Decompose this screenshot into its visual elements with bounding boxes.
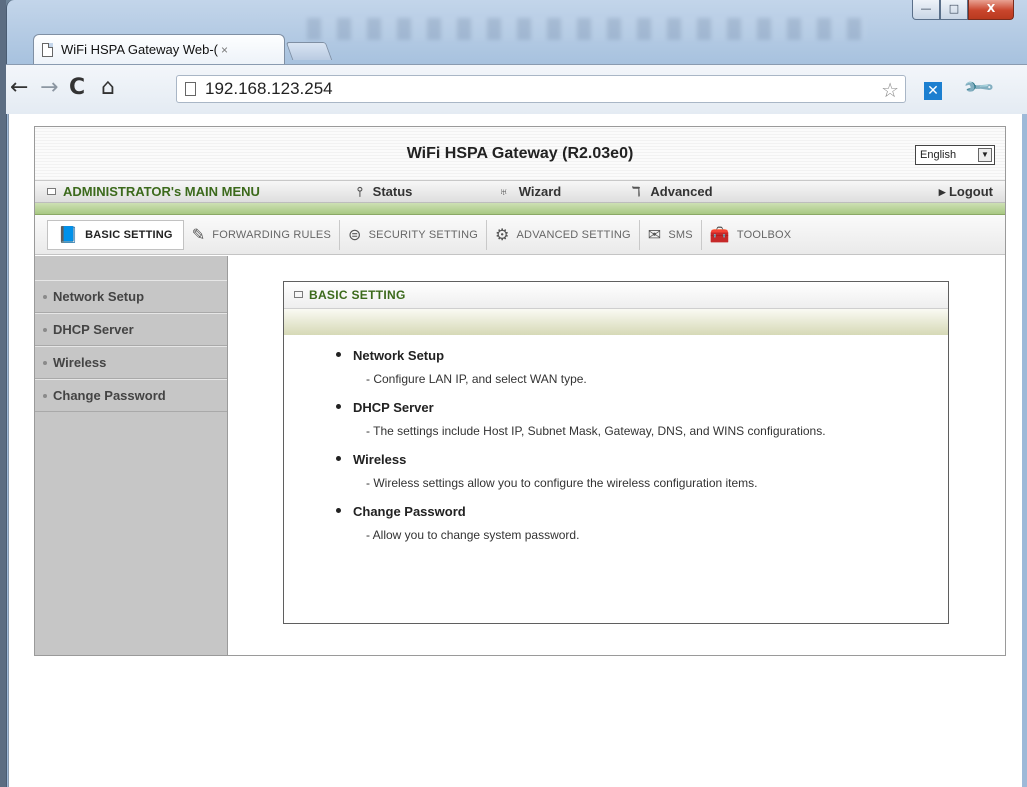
- tab-basic-setting[interactable]: 📘 BASIC SETTING: [47, 219, 184, 250]
- sidebar-item-wireless[interactable]: Wireless: [35, 346, 227, 379]
- sidebar-item-network-setup[interactable]: Network Setup: [35, 280, 227, 313]
- section-heading[interactable]: Change Password: [334, 503, 948, 521]
- section-description: - The settings include Host IP, Subnet M…: [366, 424, 826, 438]
- bullet-icon: [43, 361, 47, 365]
- advanced-menu-item[interactable]: ℸ Advanced: [632, 184, 713, 200]
- minimize-button[interactable]: —: [912, 0, 940, 20]
- close-window-button[interactable]: X: [968, 0, 1014, 20]
- settings-tabs: 📘 BASIC SETTING ✎ FORWARDING RULES ⊜ SEC…: [35, 215, 1005, 255]
- basic-setting-panel: BASIC SETTING Network Setup - Configure …: [283, 281, 949, 624]
- section-description: - Allow you to change system password.: [366, 528, 580, 542]
- panel-gradient-band: [284, 309, 948, 335]
- reload-icon[interactable]: C: [69, 73, 85, 103]
- shield-icon: ⊜: [348, 226, 362, 244]
- status-menu-item[interactable]: ⫯ Status: [357, 184, 412, 200]
- bullet-icon: [336, 456, 341, 461]
- router-header: WiFi HSPA Gateway (R2.03e0) English ▼: [35, 127, 1005, 181]
- section-description: - Configure LAN IP, and select WAN type.: [366, 372, 587, 386]
- pen-icon: ✎: [191, 226, 206, 244]
- page-icon: [42, 42, 53, 57]
- content-area: Network Setup DHCP Server Wireless Chang…: [35, 256, 1005, 655]
- advanced-icon: ℸ: [632, 184, 641, 199]
- bullet-icon: [336, 404, 341, 409]
- bullet-icon: [336, 352, 341, 357]
- section-network-setup: Network Setup - Configure LAN IP, and se…: [284, 347, 948, 387]
- address-bar[interactable]: 192.168.123.254 ☆: [176, 75, 906, 103]
- bookmark-star-icon[interactable]: ☆: [881, 78, 899, 103]
- language-value: English: [920, 149, 957, 161]
- window-controls: — □ X: [912, 0, 1014, 20]
- square-icon: [294, 291, 303, 298]
- new-tab-button[interactable]: [285, 42, 333, 60]
- bullet-icon: [43, 295, 47, 299]
- page-viewport: WiFi HSPA Gateway (R2.03e0) English ▼ AD…: [8, 114, 1022, 787]
- toolbox-icon: 🧰: [709, 226, 730, 244]
- tools-icon: ⚙: [494, 226, 510, 244]
- section-wireless: Wireless - Wireless settings allow you t…: [284, 451, 948, 491]
- section-description: - Wireless settings allow you to configu…: [366, 476, 758, 490]
- bullet-icon: [43, 394, 47, 398]
- back-arrow-icon[interactable]: ←: [10, 73, 28, 103]
- main-menu-bar: ADMINISTRATOR's MAIN MENU ⫯ Status ♅ Wizar…: [35, 181, 1005, 203]
- router-ui: WiFi HSPA Gateway (R2.03e0) English ▼ AD…: [34, 126, 1006, 656]
- browser-toolbar: ← → C ⌂ 192.168.123.254 ☆ ✕ 🔧: [6, 64, 1027, 114]
- square-icon: [47, 188, 56, 195]
- panel-title: BASIC SETTING: [284, 282, 948, 309]
- tab-advanced-setting[interactable]: ⚙ ADVANCED SETTING: [487, 219, 640, 250]
- bullet-icon: [336, 508, 341, 513]
- sidebar-item-dhcp-server[interactable]: DHCP Server: [35, 313, 227, 346]
- sidebar-item-change-password[interactable]: Change Password: [35, 379, 227, 412]
- admin-menu-label: ADMINISTRATOR's MAIN MENU: [47, 184, 260, 199]
- dropdown-arrow-icon[interactable]: ▼: [978, 148, 992, 162]
- book-icon: 📘: [58, 226, 79, 244]
- section-dhcp-server: DHCP Server - The settings include Host …: [284, 399, 948, 439]
- status-icon: ⫯: [357, 184, 363, 199]
- home-icon[interactable]: ⌂: [101, 73, 115, 103]
- page-title: WiFi HSPA Gateway (R2.03e0): [406, 145, 634, 162]
- forward-arrow-icon[interactable]: →: [40, 73, 58, 103]
- section-heading[interactable]: Network Setup: [334, 347, 948, 365]
- logout-link[interactable]: ▸ Logout: [939, 184, 993, 200]
- titlebar-background: [307, 18, 867, 40]
- tab-toolbox[interactable]: 🧰 TOOLBOX: [702, 220, 800, 250]
- wrench-menu-icon[interactable]: 🔧: [961, 70, 996, 105]
- tab-title: WiFi HSPA Gateway Web-(: [61, 42, 218, 57]
- browser-tab[interactable]: WiFi HSPA Gateway Web-( ×: [33, 34, 285, 64]
- section-heading[interactable]: Wireless: [334, 451, 948, 469]
- url-text: 192.168.123.254: [205, 79, 333, 98]
- tab-security-setting[interactable]: ⊜ SECURITY SETTING: [340, 219, 487, 250]
- green-divider: [35, 203, 1005, 215]
- tab-sms[interactable]: ✉ SMS: [640, 219, 702, 250]
- extension-icon[interactable]: ✕: [924, 82, 942, 100]
- tab-close-icon[interactable]: ×: [221, 43, 228, 57]
- language-select[interactable]: English ▼: [915, 145, 995, 165]
- wizard-icon: ♅: [499, 184, 509, 199]
- wizard-menu-item[interactable]: ♅ Wizard: [499, 184, 561, 199]
- maximize-button[interactable]: □: [940, 0, 968, 20]
- page-icon: [185, 82, 196, 96]
- envelope-icon: ✉: [647, 226, 662, 244]
- bullet-icon: [43, 328, 47, 332]
- tab-forwarding-rules[interactable]: ✎ FORWARDING RULES: [184, 219, 341, 250]
- section-heading[interactable]: DHCP Server: [334, 399, 948, 417]
- sidebar: Network Setup DHCP Server Wireless Chang…: [35, 256, 228, 655]
- section-change-password: Change Password - Allow you to change sy…: [284, 503, 948, 543]
